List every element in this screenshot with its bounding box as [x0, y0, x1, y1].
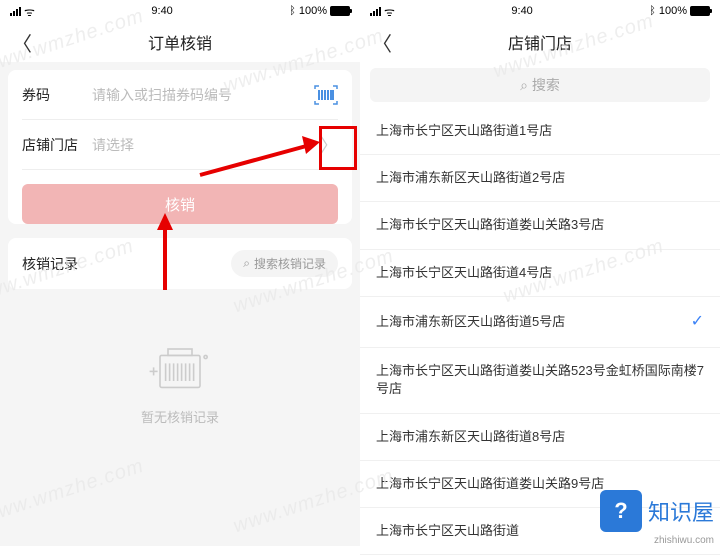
- coupon-label: 券码: [22, 85, 92, 105]
- store-name: 上海市长宁区天山路街道: [376, 522, 519, 540]
- store-value: 请选择: [92, 135, 320, 155]
- navbar: 〈 店铺门店: [360, 22, 720, 62]
- records-search[interactable]: ⌕ 搜索核销记录: [231, 250, 338, 277]
- list-item[interactable]: 上海市长宁区天山路街道1号店: [360, 108, 720, 155]
- list-item[interactable]: 上海市浦东新区天山路街道5号店 ✓: [360, 297, 720, 348]
- status-time: 9:40: [511, 5, 532, 17]
- store-name: 上海市长宁区天山路街道娄山关路9号店: [376, 475, 604, 493]
- list-item[interactable]: 上海市浦东新区天山路街道8号店: [360, 414, 720, 461]
- list-item[interactable]: 上海市长宁区天山路街道娄山关路3号店: [360, 202, 720, 249]
- navbar: 〈 订单核销: [0, 22, 360, 62]
- right-phone: ᯤ 9:40 ᛒ100% 〈 店铺门店 ⌕ 搜索 上海市长宁区天山路街道1号店上…: [360, 0, 720, 546]
- empty-text: 暂无核销记录: [141, 407, 219, 426]
- brand-url: zhishiwu.com: [654, 535, 714, 546]
- page-title: 订单核销: [148, 30, 212, 54]
- brand-name: 知识屋: [648, 495, 714, 527]
- back-button[interactable]: 〈: [12, 28, 32, 57]
- brand-badge: ? 知识屋: [600, 490, 714, 532]
- search-input[interactable]: ⌕ 搜索: [370, 68, 710, 102]
- store-name: 上海市长宁区天山路街道娄山关路3号店: [376, 216, 604, 234]
- bluetooth-icon: ᛒ: [649, 5, 656, 17]
- list-item[interactable]: 上海市浦东新区天山路街道2号店: [360, 155, 720, 202]
- store-name: 上海市浦东新区天山路街道8号店: [376, 428, 565, 446]
- brand-icon: ?: [600, 490, 642, 532]
- search-icon: ⌕: [243, 256, 250, 271]
- check-icon: ✓: [691, 311, 704, 333]
- list-item[interactable]: 上海市长宁区天山路街道4号店: [360, 250, 720, 297]
- submit-button[interactable]: 核销: [22, 184, 338, 224]
- status-bar: ᯤ 9:40 ᛒ100%: [360, 0, 720, 22]
- store-row[interactable]: 店铺门店 请选择 〉: [22, 120, 338, 170]
- store-list: 上海市长宁区天山路街道1号店上海市浦东新区天山路街道2号店上海市长宁区天山路街道…: [360, 108, 720, 555]
- store-name: 上海市浦东新区天山路街道5号店: [376, 313, 565, 331]
- records-label: 核销记录: [22, 254, 78, 274]
- store-name: 上海市长宁区天山路街道娄山关路523号金虹桥国际南楼7号店: [376, 362, 704, 398]
- signal-icon: [370, 7, 381, 16]
- store-name: 上海市长宁区天山路街道1号店: [376, 122, 552, 140]
- store-name: 上海市长宁区天山路街道4号店: [376, 264, 552, 282]
- left-phone: ᯤ 9:40 ᛒ100% 〈 订单核销 券码 店铺门店 请选择 〉 核销 核销记…: [0, 0, 360, 546]
- battery-icon: [690, 6, 710, 16]
- store-name: 上海市浦东新区天山路街道2号店: [376, 169, 565, 187]
- page-title: 店铺门店: [508, 30, 572, 54]
- barcode-scan-icon[interactable]: [314, 85, 338, 105]
- records-header: 核销记录 ⌕ 搜索核销记录: [8, 238, 352, 289]
- store-label: 店铺门店: [22, 135, 92, 155]
- signal-icon: [10, 7, 21, 16]
- form-card: 券码 店铺门店 请选择 〉 核销: [8, 70, 352, 224]
- search-icon: ⌕: [520, 77, 528, 94]
- empty-state: 暂无核销记录: [0, 339, 360, 426]
- empty-barcode-icon: [140, 339, 220, 399]
- wifi-icon: ᯤ: [24, 3, 35, 20]
- status-bar: ᯤ 9:40 ᛒ100%: [0, 0, 360, 22]
- list-item[interactable]: 上海市长宁区天山路街道娄山关路523号金虹桥国际南楼7号店: [360, 348, 720, 413]
- chevron-right-icon: 〉: [320, 132, 338, 158]
- back-button[interactable]: 〈: [372, 28, 392, 57]
- coupon-input[interactable]: [92, 87, 314, 103]
- coupon-row: 券码: [22, 70, 338, 120]
- status-time: 9:40: [151, 5, 172, 17]
- wifi-icon: ᯤ: [384, 3, 395, 20]
- bluetooth-icon: ᛒ: [289, 5, 296, 17]
- battery-icon: [330, 6, 350, 16]
